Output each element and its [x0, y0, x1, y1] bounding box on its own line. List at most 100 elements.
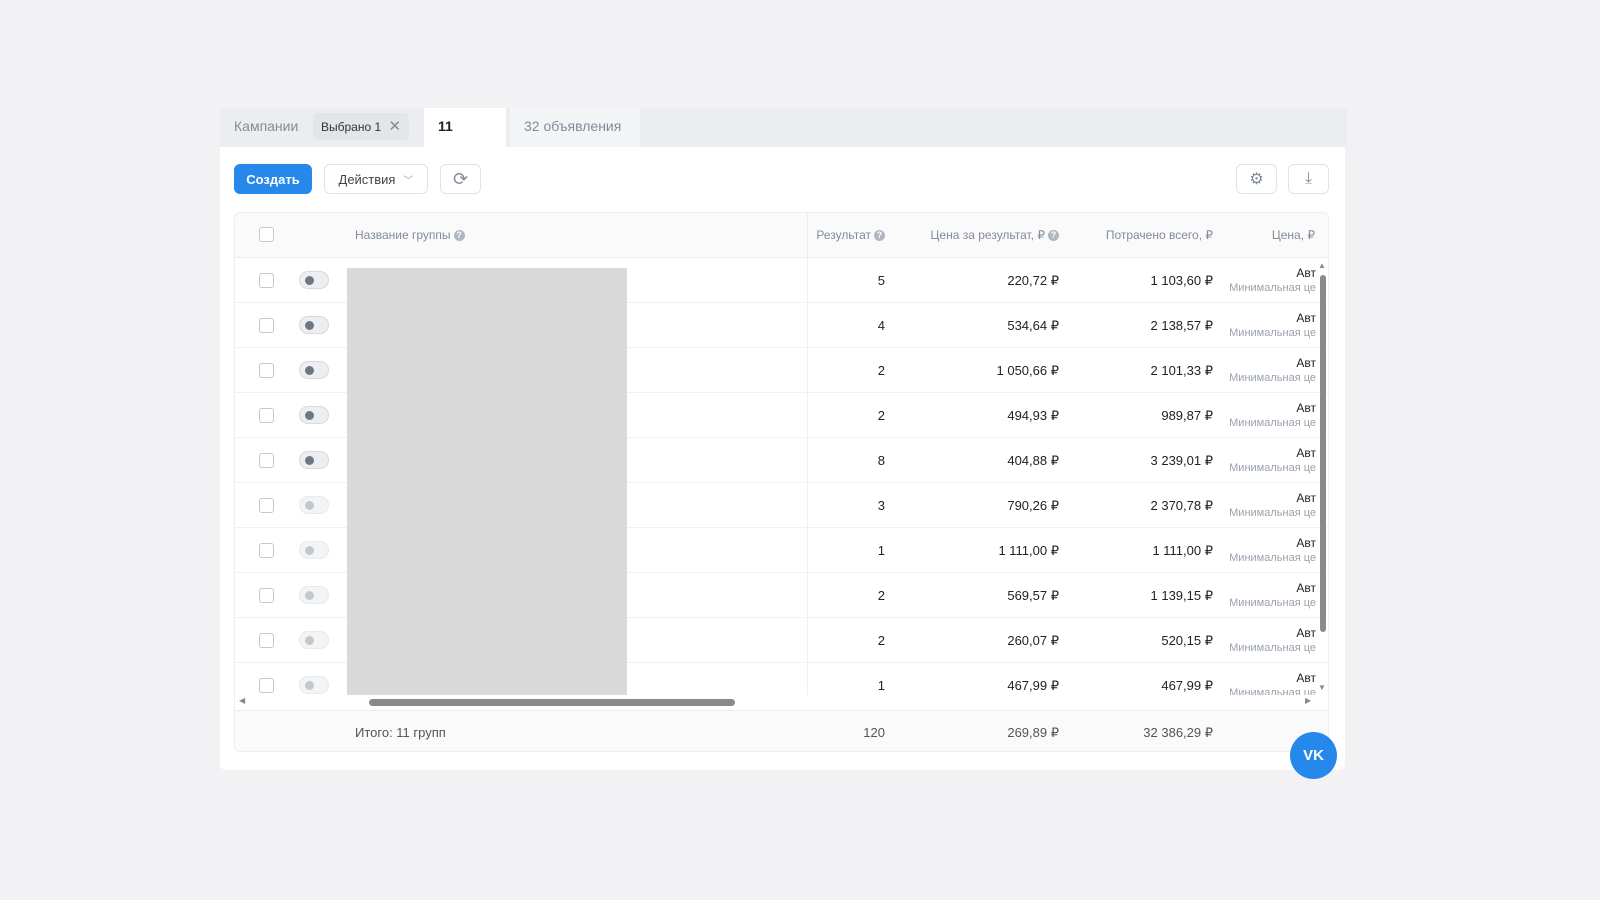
horizontal-scroll-track: ◀ ▶ — [235, 695, 1328, 710]
tab-campaigns[interactable]: Кампании — [220, 108, 312, 147]
totals-label: Итого: 11 групп — [355, 725, 446, 740]
spent-value: 1 139,15 ₽ — [1150, 588, 1214, 603]
result-value: 1 — [877, 543, 885, 558]
status-toggle[interactable] — [299, 271, 329, 289]
scroll-left-arrow[interactable]: ◀ — [239, 696, 245, 705]
bid-cell: Авт Минимальная це — [1216, 536, 1316, 566]
row-checkbox[interactable] — [259, 678, 274, 693]
bid-cell: Авт Минимальная це — [1216, 356, 1316, 386]
row-checkbox[interactable] — [259, 588, 274, 603]
bid-subtitle: Минимальная це — [1229, 642, 1316, 654]
help-icon[interactable]: ? — [1048, 230, 1059, 242]
status-toggle[interactable] — [299, 451, 329, 469]
refresh-button[interactable]: ⟳ — [440, 164, 481, 194]
status-toggle[interactable] — [299, 676, 329, 694]
row-checkbox[interactable] — [259, 363, 274, 378]
col-result[interactable]: Результат? — [795, 213, 885, 258]
scroll-up-arrow[interactable]: ▲ — [1318, 261, 1326, 270]
vertical-scrollbar[interactable] — [1320, 275, 1326, 632]
row-checkbox[interactable] — [259, 273, 274, 288]
col-spent[interactable]: Потрачено всего, ₽ — [1065, 213, 1213, 258]
tab-bar: Кампании Выбрано 1 ✕ 11 групп 32 объявле… — [220, 108, 1347, 170]
bid-cell: Авт Минимальная це — [1216, 401, 1316, 431]
vk-logo-icon: VK — [1303, 747, 1324, 764]
totals-price-per-result: 269,89 ₽ — [1007, 725, 1059, 740]
bid-strategy: Авт — [1296, 401, 1316, 415]
gear-icon: ⚙ — [1249, 171, 1264, 188]
result-value: 2 — [877, 363, 885, 378]
row-checkbox[interactable] — [259, 633, 274, 648]
status-toggle[interactable] — [299, 631, 329, 649]
result-value: 3 — [877, 498, 885, 513]
col-price-per-result[interactable]: Цена за результат, ₽? — [895, 213, 1059, 258]
bid-strategy: Авт — [1296, 626, 1316, 640]
result-value: 8 — [877, 453, 885, 468]
settings-button[interactable]: ⚙ — [1236, 164, 1277, 194]
price-per-result-value: 404,88 ₽ — [1007, 453, 1059, 468]
refresh-icon: ⟳ — [452, 168, 469, 189]
price-per-result-value: 1 111,00 ₽ — [998, 543, 1059, 558]
table-footer-totals: Итого: 11 групп 120 269,89 ₽ 32 386,29 ₽ — [235, 710, 1328, 751]
status-toggle[interactable] — [299, 316, 329, 334]
status-toggle[interactable] — [299, 586, 329, 604]
bid-strategy: Авт — [1296, 356, 1316, 370]
col-ppr-label: Цена за результат, ₽ — [930, 228, 1045, 242]
price-per-result-value: 494,93 ₽ — [1007, 408, 1059, 423]
bid-subtitle: Минимальная це — [1229, 417, 1316, 429]
bid-subtitle: Минимальная це — [1229, 372, 1316, 384]
status-toggle[interactable] — [299, 361, 329, 379]
row-checkbox[interactable] — [259, 408, 274, 423]
bid-subtitle: Минимальная це — [1229, 462, 1316, 474]
spent-value: 989,87 ₽ — [1161, 408, 1213, 423]
bid-cell: Авт Минимальная це — [1216, 581, 1316, 611]
row-checkbox[interactable] — [259, 318, 274, 333]
spent-value: 3 239,01 ₽ — [1150, 453, 1214, 468]
bid-cell: Авт Минимальная це — [1216, 266, 1316, 296]
actions-dropdown[interactable]: Действия ﹀ — [324, 164, 428, 194]
status-toggle[interactable] — [299, 406, 329, 424]
create-button[interactable]: Создать — [234, 164, 312, 194]
horizontal-scrollbar[interactable] — [369, 699, 735, 706]
selected-filter-chip[interactable]: Выбрано 1 ✕ — [313, 113, 410, 140]
vk-chat-button[interactable]: VK — [1290, 732, 1337, 779]
col-price[interactable]: Цена, ₽ — [1225, 213, 1315, 258]
price-per-result-value: 220,72 ₽ — [1007, 273, 1059, 288]
bid-subtitle: Минимальная це — [1229, 282, 1316, 294]
spent-value: 1 111,00 ₽ — [1152, 543, 1213, 558]
download-icon: ⤓ — [1304, 170, 1313, 187]
price-per-result-value: 260,07 ₽ — [1007, 633, 1059, 648]
help-icon[interactable]: ? — [453, 230, 465, 242]
table-header: Название группы? Результат? Цена за резу… — [235, 213, 1328, 751]
bid-strategy: Авт — [1296, 311, 1316, 325]
tab-groups[interactable]: 11 групп — [424, 108, 506, 170]
actions-label: Действия — [338, 171, 396, 187]
row-checkbox[interactable] — [259, 453, 274, 468]
row-checkbox[interactable] — [259, 498, 274, 513]
bid-strategy: Авт — [1296, 266, 1316, 280]
bid-strategy: Авт — [1296, 536, 1316, 550]
scroll-down-arrow[interactable]: ▼ — [1318, 683, 1326, 692]
totals-spent: 32 386,29 ₽ — [1143, 725, 1213, 740]
scroll-right-arrow[interactable]: ▶ — [1305, 696, 1311, 705]
tab-ads[interactable]: 32 объявления — [510, 108, 640, 147]
select-all-checkbox[interactable] — [259, 227, 274, 242]
bid-strategy: Авт — [1296, 581, 1316, 595]
result-value: 5 — [877, 273, 885, 288]
result-value: 2 — [877, 588, 885, 603]
chevron-down-icon: ﹀ — [403, 175, 414, 187]
price-per-result-value: 1 050,66 ₽ — [996, 363, 1060, 378]
bid-cell: Авт Минимальная це — [1216, 446, 1316, 476]
bid-cell: Авт Минимальная це — [1216, 626, 1316, 656]
download-button[interactable]: ⤓ — [1288, 164, 1329, 194]
row-checkbox[interactable] — [259, 543, 274, 558]
close-icon[interactable]: ✕ — [389, 118, 402, 135]
status-toggle[interactable] — [299, 496, 329, 514]
totals-result: 120 — [863, 725, 885, 740]
col-name[interactable]: Название группы? — [355, 213, 465, 258]
bid-subtitle: Минимальная це — [1229, 327, 1316, 339]
bid-subtitle: Минимальная це — [1229, 597, 1316, 609]
groups-table: Название группы? Результат? Цена за резу… — [234, 212, 1329, 752]
status-toggle[interactable] — [299, 541, 329, 559]
help-icon[interactable]: ? — [874, 230, 885, 242]
bid-subtitle: Минимальная це — [1229, 507, 1316, 519]
